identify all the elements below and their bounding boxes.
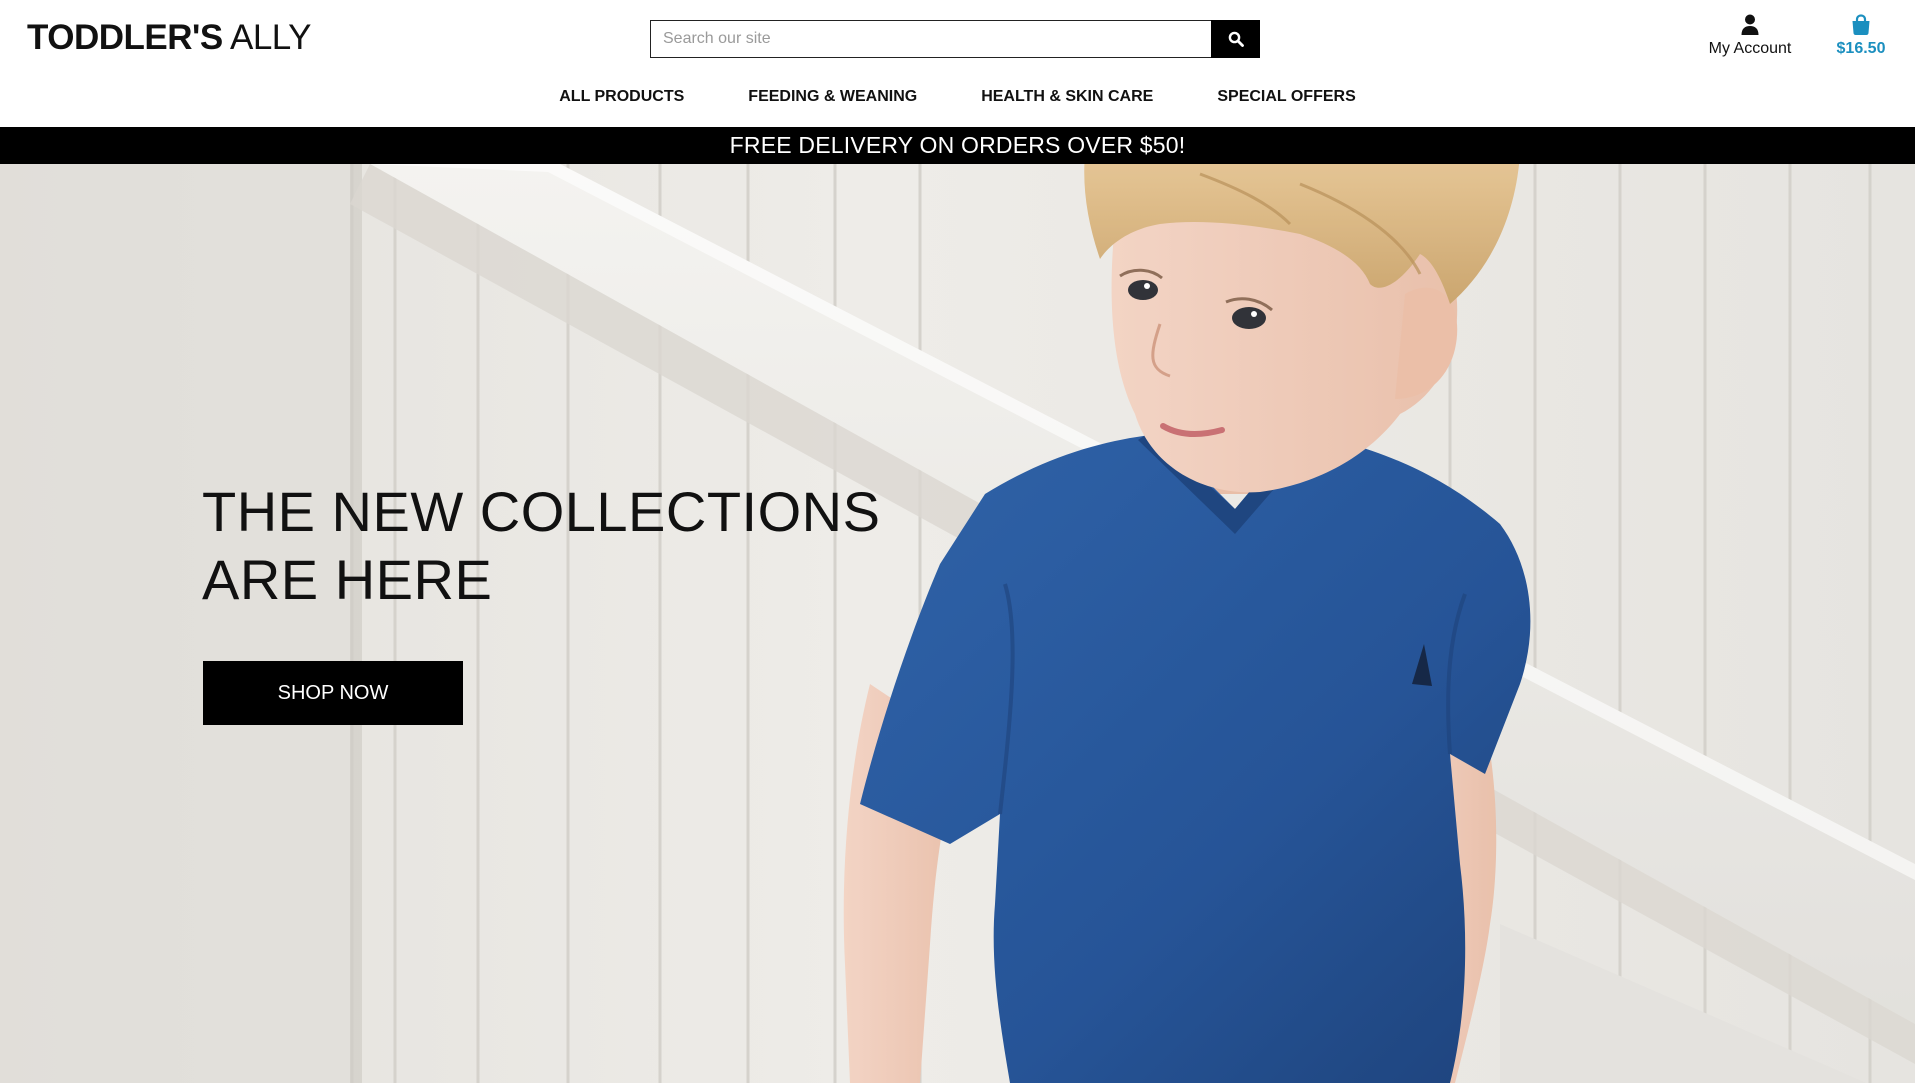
nav-item-all-products[interactable]: ALL PRODUCTS [527, 88, 716, 110]
delivery-banner: FREE DELIVERY ON ORDERS OVER $50! [0, 127, 1915, 164]
hero-title-line-1: THE NEW COLLECTIONS [202, 480, 881, 543]
shop-now-button[interactable]: SHOP NOW [203, 661, 463, 725]
hero-title-line-2: ARE HERE [202, 548, 493, 611]
search-input[interactable] [650, 20, 1211, 58]
search-form [650, 20, 1260, 58]
search-icon [1228, 31, 1244, 47]
logo-bold-text: TODDLER'S [27, 18, 223, 57]
site-logo[interactable]: TODDLER'S ALLY [27, 18, 312, 58]
user-icon [1741, 14, 1759, 35]
logo-light-text: ALLY [230, 18, 312, 57]
shopping-bag-icon [1852, 14, 1870, 35]
page: TODDLER'S ALLY My Account [0, 0, 1915, 1083]
shopping-bag-link[interactable]: $16.50 [1826, 14, 1896, 64]
my-account-label: My Account [1708, 40, 1792, 57]
hero-image [0, 164, 1915, 1083]
hero-section: THE NEW COLLECTIONS ARE HERE SHOP NOW [0, 164, 1915, 1083]
bag-total: $16.50 [1836, 40, 1886, 57]
nav-item-feeding-weaning[interactable]: FEEDING & WEANING [716, 88, 949, 110]
nav-item-health-skin-care[interactable]: HEALTH & SKIN CARE [949, 88, 1185, 110]
site-header: TODDLER'S ALLY My Account [0, 0, 1915, 127]
nav-item-special-offers[interactable]: SPECIAL OFFERS [1185, 88, 1387, 110]
main-nav: ALL PRODUCTS FEEDING & WEANING HEALTH & … [0, 88, 1915, 110]
my-account-link[interactable]: My Account [1700, 14, 1800, 64]
search-button[interactable] [1211, 20, 1260, 58]
delivery-banner-text: FREE DELIVERY ON ORDERS OVER $50! [729, 132, 1186, 158]
hero-title: THE NEW COLLECTIONS ARE HERE [202, 478, 922, 614]
